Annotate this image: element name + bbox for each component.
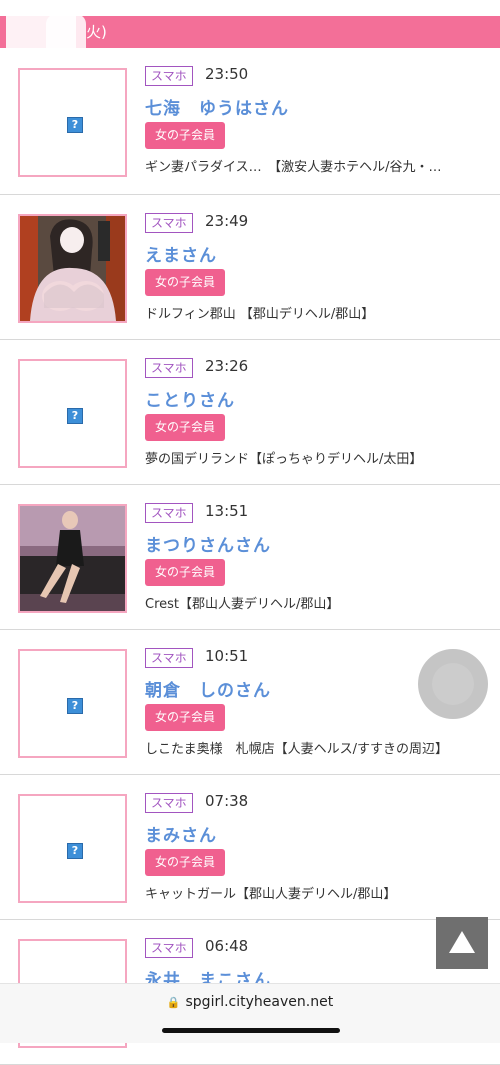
member-badge: 女の子会員 bbox=[145, 704, 226, 731]
scroll-to-top-button[interactable] bbox=[436, 917, 488, 969]
profile-thumbnail[interactable] bbox=[18, 214, 127, 323]
broken-image-icon: ? bbox=[67, 843, 83, 859]
girl-name-link[interactable]: 七海 ゆうはさん bbox=[145, 94, 289, 119]
device-badge: スマホ bbox=[145, 793, 193, 813]
list-item[interactable]: スマホ 23:49 えまさん 女の子会員 ドルフィン郡山 【郡山デリヘル/郡山】 bbox=[0, 195, 500, 340]
arrow-up-icon bbox=[449, 931, 475, 953]
assistive-touch-inner bbox=[432, 663, 474, 705]
member-badge: 女の子会員 bbox=[145, 414, 226, 441]
profile-thumbnail[interactable]: ? bbox=[18, 68, 127, 177]
device-badge: スマホ bbox=[145, 503, 193, 523]
shop-name[interactable]: Crest【郡山人妻デリヘル/郡山】 bbox=[145, 593, 339, 612]
shop-name[interactable]: ドルフィン郡山 【郡山デリヘル/郡山】 bbox=[145, 303, 374, 322]
url-display[interactable]: 🔒 spgirl.cityheaven.net bbox=[0, 994, 500, 1010]
post-time: 23:26 bbox=[205, 357, 249, 375]
member-badge: 女の子会員 bbox=[145, 122, 226, 149]
post-time: 06:48 bbox=[205, 937, 249, 955]
girl-name-link[interactable]: ことりさん bbox=[145, 386, 235, 411]
member-badge: 女の子会員 bbox=[145, 269, 226, 296]
device-badge: スマホ bbox=[145, 213, 193, 233]
browser-address-bar: 🔒 spgirl.cityheaven.net bbox=[0, 983, 500, 1043]
post-time: 10:51 bbox=[205, 647, 249, 665]
url-text: spgirl.cityheaven.net bbox=[185, 994, 334, 1010]
profile-photo bbox=[20, 506, 125, 611]
profile-thumbnail[interactable]: ? bbox=[18, 794, 127, 903]
post-time: 07:38 bbox=[205, 792, 249, 810]
list-item[interactable]: ? スマホ 07:38 まみさん 女の子会員 キャットガール【郡山人妻デリヘル/… bbox=[0, 775, 500, 920]
profile-thumbnail[interactable]: ? bbox=[18, 649, 127, 758]
member-badge: 女の子会員 bbox=[145, 559, 226, 586]
device-badge: スマホ bbox=[145, 938, 193, 958]
profile-photo bbox=[20, 216, 125, 321]
date-header-text: 火) bbox=[86, 23, 107, 41]
broken-image-icon: ? bbox=[67, 408, 83, 424]
girl-name-link[interactable]: 朝倉 しのさん bbox=[145, 676, 271, 701]
post-time: 23:49 bbox=[205, 212, 249, 230]
list-item[interactable]: ? スマホ 23:26 ことりさん 女の子会員 夢の国デリランド【ぽっちゃりデリ… bbox=[0, 340, 500, 485]
shop-name[interactable]: キャットガール【郡山人妻デリヘル/郡山】 bbox=[145, 883, 396, 902]
home-indicator[interactable] bbox=[162, 1028, 340, 1033]
device-badge: スマホ bbox=[145, 358, 193, 378]
post-time: 13:51 bbox=[205, 502, 249, 520]
list-item[interactable]: スマホ 13:51 まつりさんさん 女の子会員 Crest【郡山人妻デリヘル/郡… bbox=[0, 485, 500, 630]
shop-name[interactable]: 夢の国デリランド【ぽっちゃりデリヘル/太田】 bbox=[145, 448, 422, 467]
girl-name-link[interactable]: まみさん bbox=[145, 821, 217, 846]
broken-image-icon: ? bbox=[67, 117, 83, 133]
broken-image-icon: ? bbox=[67, 698, 83, 714]
profile-thumbnail[interactable] bbox=[18, 504, 127, 613]
device-badge: スマホ bbox=[145, 648, 193, 668]
assistive-touch-button[interactable] bbox=[418, 649, 488, 719]
obscured-area bbox=[46, 16, 86, 48]
date-header-bar: 火) bbox=[0, 16, 500, 48]
device-badge: スマホ bbox=[145, 66, 193, 86]
post-time: 23:50 bbox=[205, 65, 249, 83]
lock-icon: 🔒 bbox=[166, 996, 181, 1009]
member-badge: 女の子会員 bbox=[145, 849, 226, 876]
girl-name-link[interactable]: まつりさんさん bbox=[145, 531, 271, 556]
entry-list: ? スマホ 23:50 七海 ゆうはさん 女の子会員 ギン妻パラダイス… 【激安… bbox=[0, 48, 500, 1065]
shop-name[interactable]: ギン妻パラダイス… 【激安人妻ホテヘル/谷九・… bbox=[145, 156, 442, 175]
shop-name[interactable]: しこたま奥様 札幌店【人妻ヘルス/すすきの周辺】 bbox=[145, 738, 448, 757]
profile-thumbnail[interactable]: ? bbox=[18, 359, 127, 468]
list-item[interactable]: ? スマホ 23:50 七海 ゆうはさん 女の子会員 ギン妻パラダイス… 【激安… bbox=[0, 48, 500, 195]
girl-name-link[interactable]: えまさん bbox=[145, 241, 217, 266]
